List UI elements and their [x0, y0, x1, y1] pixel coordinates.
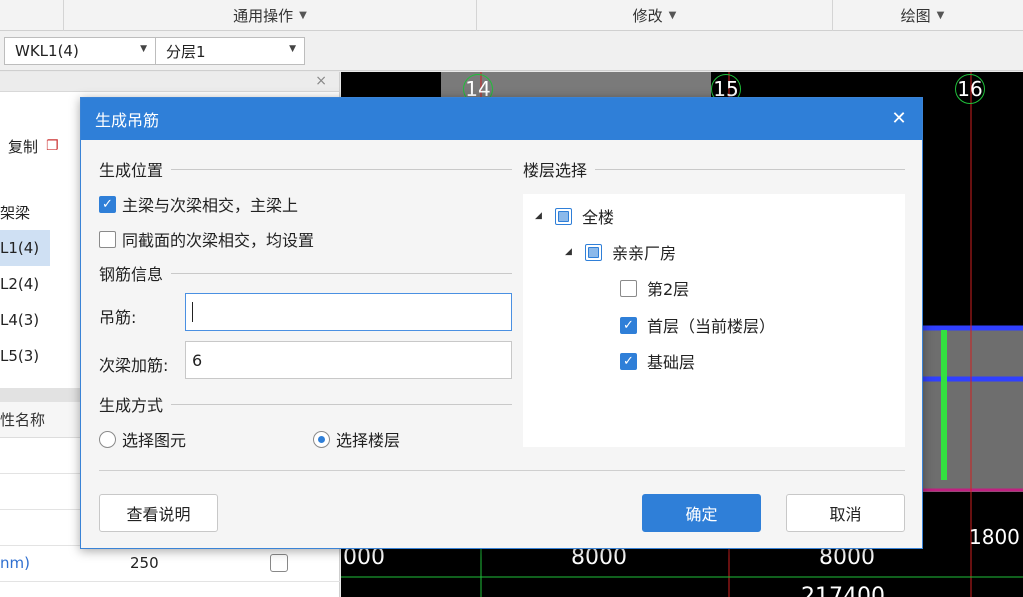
hanger-input[interactable]: [185, 293, 512, 331]
expand-triangle-icon[interactable]: ◢: [565, 247, 573, 257]
component-select[interactable]: WKL1(4) ▼: [4, 37, 156, 65]
hanger-label: 吊筋:: [99, 308, 137, 327]
table-row[interactable]: nm) 250: [0, 546, 340, 582]
list-item[interactable]: L1(4): [0, 230, 50, 266]
tree-node-all[interactable]: ◢ 全楼: [535, 204, 614, 228]
secondary-rebar-input[interactable]: 6: [185, 341, 512, 379]
section-position: 生成位置: [99, 157, 512, 181]
cancel-button[interactable]: 取消: [786, 494, 905, 532]
selector-bar: WKL1(4) ▼ 分层1 ▼: [0, 31, 1023, 71]
toolbar-group-label: 修改: [632, 7, 663, 25]
panel-header: ×: [0, 72, 339, 92]
toolbar-group-label: 绘图: [900, 7, 931, 25]
checkbox-checked[interactable]: ✓: [620, 352, 637, 370]
layer-select[interactable]: 分层1 ▼: [155, 37, 305, 65]
chevron-down-icon: ▼: [299, 10, 307, 21]
chevron-down-icon: ▼: [289, 44, 296, 54]
option-main-beam[interactable]: ✓ 主梁与次梁相交，主梁上: [99, 192, 298, 216]
checkbox-partial[interactable]: [585, 243, 602, 261]
checkbox-unchecked[interactable]: [99, 230, 116, 248]
tree-node-foundation[interactable]: ✓ 基础层: [620, 349, 695, 373]
section-floor-select: 楼层选择: [523, 157, 905, 181]
floor-tree: ◢ 全楼 ◢ 亲亲厂房 第2层 ✓ 首层（当前楼层） ✓ 基础层: [523, 194, 905, 447]
dialog-title: 生成吊筋: [95, 111, 160, 130]
chevron-down-icon: ▼: [936, 10, 945, 21]
toolbar-group-general[interactable]: 通用操作 ▼: [63, 0, 476, 31]
radio-unchecked[interactable]: [99, 430, 116, 448]
tree-node-floor2[interactable]: 第2层: [620, 276, 689, 300]
radio-checked[interactable]: [313, 430, 330, 448]
ribbon-toolbar: 通用操作 ▼ 修改 ▼ 绘图 ▼: [0, 0, 1023, 31]
section-rebar-info: 钢筋信息: [99, 261, 512, 285]
axis-label: 16: [955, 74, 985, 104]
tree-node-ground-floor[interactable]: ✓ 首层（当前楼层）: [620, 313, 775, 337]
ok-button[interactable]: 确定: [642, 494, 761, 532]
checkbox-unchecked[interactable]: [620, 279, 637, 297]
close-icon[interactable]: ×: [315, 73, 327, 89]
toolbar-group-draw[interactable]: 绘图 ▼: [832, 0, 1012, 31]
property-checkbox[interactable]: [270, 554, 288, 572]
radio-select-floor[interactable]: 选择楼层: [313, 427, 400, 451]
dialog-title-bar: 生成吊筋 ✕: [81, 98, 922, 140]
divider: [99, 470, 905, 471]
toolbar-group-label: 通用操作: [233, 7, 294, 25]
copy-button[interactable]: 复制: [8, 136, 38, 157]
expand-triangle-icon[interactable]: ◢: [535, 211, 543, 221]
checkbox-checked[interactable]: ✓: [620, 316, 637, 334]
secondary-rebar-label: 次梁加筋:: [99, 356, 169, 375]
dimension-label: 1800: [969, 525, 1020, 549]
radio-select-element[interactable]: 选择图元: [99, 427, 186, 451]
checkbox-partial[interactable]: [555, 207, 572, 225]
toolbar-group-modify[interactable]: 修改 ▼: [476, 0, 832, 31]
help-button[interactable]: 查看说明: [99, 494, 218, 532]
component-select-value: WKL1(4): [15, 42, 79, 60]
layer-select-value: 分层1: [166, 42, 206, 61]
generate-hanger-dialog: 生成吊筋 ✕ 生成位置 ✓ 主梁与次梁相交，主梁上 同截面的次梁相交，均设置 钢…: [80, 97, 923, 549]
checkbox-checked[interactable]: ✓: [99, 195, 116, 213]
chevron-down-icon: ▼: [668, 10, 677, 21]
delete-icon[interactable]: ❐: [46, 138, 59, 154]
dimension-label: 217400: [801, 584, 885, 597]
chevron-down-icon: ▼: [140, 44, 147, 54]
close-icon[interactable]: ✕: [888, 107, 910, 129]
option-same-section[interactable]: 同截面的次梁相交，均设置: [99, 227, 314, 251]
tree-node-building[interactable]: ◢ 亲亲厂房: [565, 240, 676, 264]
section-method: 生成方式: [99, 392, 512, 416]
